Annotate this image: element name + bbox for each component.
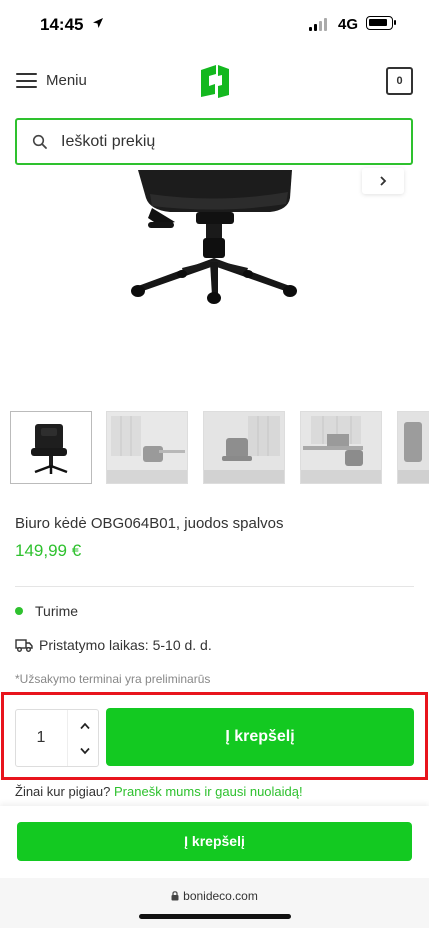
address-field[interactable]: bonideco.com	[0, 889, 429, 903]
menu-button[interactable]: Meniu	[16, 72, 87, 89]
chevron-down-icon	[80, 747, 90, 755]
status-bar: 14:45 4G	[0, 0, 429, 50]
quantity-decrease-button[interactable]	[72, 738, 98, 764]
site-header: Meniu	[0, 50, 429, 112]
hamburger-icon	[16, 73, 37, 89]
battery-icon	[366, 16, 396, 30]
thumbnail-2[interactable]	[106, 411, 188, 484]
quantity-stepper: 1	[15, 709, 99, 767]
signal-icon	[309, 18, 327, 31]
delivery-info: Pristatymo laikas: 5-10 d. d.	[15, 637, 212, 653]
thumbnail-4[interactable]	[300, 411, 382, 484]
stock-status: Turime	[15, 603, 78, 619]
home-indicator[interactable]	[139, 914, 291, 919]
search-bar	[15, 118, 413, 165]
add-to-cart-button[interactable]: Į krepšelį	[106, 708, 414, 766]
location-arrow-icon	[93, 18, 103, 28]
order-terms-note: *Užsakymo terminai yra preliminarūs	[15, 672, 211, 686]
truck-icon	[15, 639, 33, 652]
cart-button[interactable]: 0	[386, 67, 413, 95]
sticky-add-to-cart-button[interactable]: Į krepšelį	[17, 822, 412, 861]
quantity-input[interactable]: 1	[16, 710, 66, 766]
search-input[interactable]	[61, 132, 381, 151]
chevron-up-icon	[80, 722, 90, 730]
delivery-label: Pristatymo laikas: 5-10 d. d.	[39, 637, 212, 653]
search-icon	[32, 134, 47, 149]
network-label: 4G	[338, 16, 359, 33]
cheaper-question: Žinai kur pigiau?	[15, 784, 111, 799]
status-time: 14:45	[40, 15, 84, 34]
product-price: 149,99 €	[15, 541, 82, 560]
report-cheaper-link[interactable]: Pranešk mums ir gausi nuolaidą!	[114, 784, 303, 799]
cheaper-offer: Žinai kur pigiau? Pranešk mums ir gausi …	[15, 784, 303, 799]
quantity-increase-button[interactable]	[72, 713, 98, 739]
next-image-button[interactable]	[362, 168, 404, 194]
stock-label: Turime	[35, 603, 79, 619]
browser-address-bar: bonideco.com	[0, 878, 429, 928]
divider	[15, 586, 414, 587]
site-logo[interactable]	[199, 64, 231, 98]
menu-label: Meniu	[46, 72, 87, 89]
lock-icon	[171, 891, 179, 901]
thumbnail-strip	[10, 411, 429, 485]
thumbnail-5[interactable]	[397, 411, 429, 484]
quantity-divider	[67, 710, 68, 766]
product-title: Biuro kėdė OBG064B01, juodos spalvos	[15, 515, 284, 532]
in-stock-dot-icon	[15, 607, 23, 615]
chevron-right-icon	[380, 176, 387, 186]
thumbnail-3[interactable]	[203, 411, 285, 484]
sticky-cart-bar: Į krepšelį	[0, 806, 429, 878]
url-text: bonideco.com	[183, 889, 258, 903]
thumbnail-1[interactable]	[10, 411, 92, 484]
chair-image	[131, 170, 297, 304]
product-image[interactable]	[0, 170, 429, 395]
